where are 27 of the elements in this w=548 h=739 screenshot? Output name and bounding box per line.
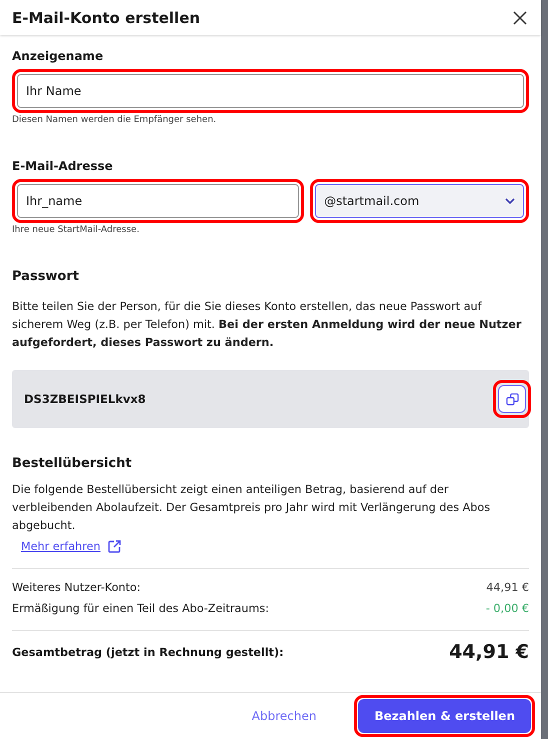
line-item-amount: - 0,00 €: [486, 602, 529, 615]
field-label: E-Mail-Adresse: [12, 159, 114, 173]
section-heading: Passwort: [12, 269, 80, 284]
copy-button[interactable]: [498, 385, 526, 413]
section-heading: Bestellübersicht: [12, 456, 133, 471]
field-label: Anzeigename: [12, 49, 104, 63]
total-amount: 44,91 €: [449, 641, 529, 663]
cancel-button[interactable]: Abbrechen: [236, 699, 332, 733]
pay-button[interactable]: Bezahlen & erstellen: [358, 699, 531, 733]
field-hint: Diesen Namen werden die Empfänger sehen.: [12, 115, 218, 125]
description-text: Die folgende Bestellübersicht zeigt einen anteiligen Betrag, basierend auf der verbleibenden Abolaufzeit. Der Gesamtpreis pro Jahr wird mit Verlängerung des Abos abgebucht.: [12, 482, 492, 534]
field-hint: Ihre neue StartMail-Adresse.: [12, 225, 140, 235]
name-field[interactable]: Ihr Name: [17, 74, 524, 108]
total-label: Gesamtbetrag (jetzt in Rechnung gestellt):: [12, 646, 284, 658]
close-icon[interactable]: [513, 10, 527, 24]
line-item-amount: 44,91 €: [486, 581, 529, 594]
dialog-title: E-Mail-Konto erstellen: [12, 8, 200, 26]
learn-more-link[interactable]: Mehr erfahren: [21, 540, 100, 553]
domain-dropdown[interactable]: @startmail.com: [315, 184, 524, 218]
password-text: DS3ZBEISPIELkvx8: [24, 392, 146, 406]
line-item-label: Ermäßigung für einen Teil des Abo-Zeitraums:: [12, 602, 269, 615]
description-text: Bitte teilen Sie der Person, für die Sie dieses Konto erstellen, das neue Passwort auf sicherem Weg (z.B. per Telefon) mit. Bei der ersten Anmeldung wird der neue Nutzer aufgefordert, dieses Passwort zu ändern.: [12, 299, 522, 351]
external-link-icon[interactable]: [108, 540, 122, 553]
line-item-label: Weiteres Nutzer-Konto:: [12, 581, 141, 594]
email-field[interactable]: Ihr_name: [17, 184, 300, 218]
copy-icon: [506, 392, 518, 406]
chevron-down-icon: [505, 198, 515, 204]
